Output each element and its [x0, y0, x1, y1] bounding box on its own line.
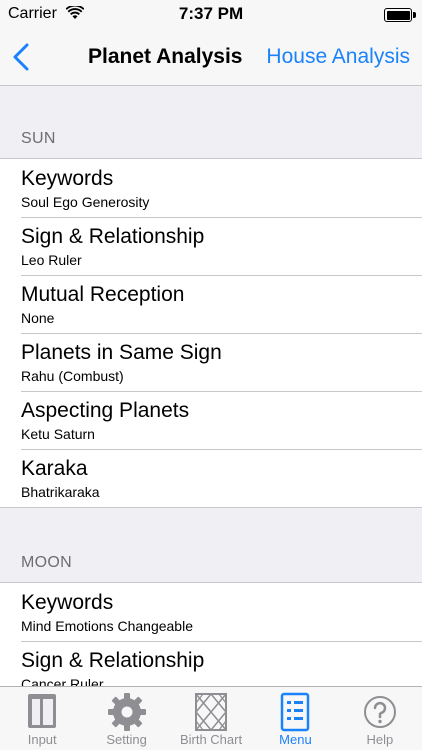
section-header-label: SUN [21, 130, 56, 147]
row-subtitle: Soul Ego Generosity [21, 194, 150, 210]
row-subtitle: Bhatrikaraka [21, 484, 100, 500]
navigation-bar: Planet Analysis House Analysis [0, 30, 422, 86]
row-title: Planets in Same Sign [21, 341, 222, 364]
book-icon [28, 694, 57, 728]
help-icon [363, 696, 396, 728]
row-title: Sign & Relationship [21, 225, 205, 248]
list-item[interactable]: Mutual Reception None [0, 275, 422, 333]
row-subtitle: Leo Ruler [21, 252, 82, 268]
list-item[interactable]: Aspecting Planets Ketu Saturn [0, 391, 422, 449]
row-title: Mutual Reception [21, 283, 185, 306]
row-subtitle: Ketu Saturn [21, 426, 95, 442]
list-item[interactable]: Keywords Mind Emotions Changeable [0, 583, 422, 641]
row-subtitle: None [21, 310, 55, 326]
tab-bar: Input Setting Birth Chart Menu Help [0, 686, 422, 750]
chart-grid-icon [195, 692, 228, 732]
row-subtitle: Rahu (Combust) [21, 368, 124, 384]
row-title: Aspecting Planets [21, 399, 190, 422]
sun-group: Keywords Soul Ego Generosity Sign & Rela… [0, 158, 422, 508]
tab-label: Menu [279, 732, 312, 747]
back-chevron-icon[interactable] [10, 42, 34, 72]
row-title: Keywords [21, 591, 114, 614]
section-header-moon: MOON [0, 508, 422, 582]
battery-tip [413, 12, 416, 18]
section-header-sun: SUN [0, 86, 422, 158]
house-analysis-button[interactable]: House Analysis [266, 45, 410, 69]
tab-label: Setting [106, 732, 147, 747]
section-header-label: MOON [21, 554, 72, 571]
tab-label: Help [366, 732, 394, 747]
list-item[interactable]: Sign & Relationship Cancer Ruler [0, 641, 422, 686]
row-title: Sign & Relationship [21, 649, 205, 672]
tab-input[interactable]: Input [0, 687, 84, 750]
tab-label: Birth Chart [179, 732, 243, 747]
row-title: Karaka [21, 457, 88, 480]
moon-group: Keywords Mind Emotions Changeable Sign &… [0, 582, 422, 686]
list-item[interactable]: Keywords Soul Ego Generosity [0, 159, 422, 217]
gear-icon [107, 693, 146, 731]
row-title: Keywords [21, 167, 114, 190]
page-title: Planet Analysis [88, 45, 243, 68]
tab-help[interactable]: Help [338, 687, 422, 750]
menu-icon [281, 692, 310, 732]
list-item[interactable]: Karaka Bhatrikaraka [0, 449, 422, 507]
tab-menu[interactable]: Menu [253, 687, 337, 750]
tab-birth-chart[interactable]: Birth Chart [169, 687, 253, 750]
battery-icon [384, 8, 412, 22]
list-item[interactable]: Sign & Relationship Leo Ruler [0, 217, 422, 275]
tab-label: Input [27, 732, 57, 747]
status-bar: Carrier 7:37 PM [0, 0, 422, 30]
tab-setting[interactable]: Setting [84, 687, 168, 750]
row-subtitle: Cancer Ruler [21, 676, 104, 686]
planet-analysis-list[interactable]: SUN Keywords Soul Ego Generosity Sign & … [0, 86, 422, 686]
row-subtitle: Mind Emotions Changeable [21, 618, 193, 634]
list-item[interactable]: Planets in Same Sign Rahu (Combust) [0, 333, 422, 391]
clock: 7:37 PM [178, 4, 244, 23]
